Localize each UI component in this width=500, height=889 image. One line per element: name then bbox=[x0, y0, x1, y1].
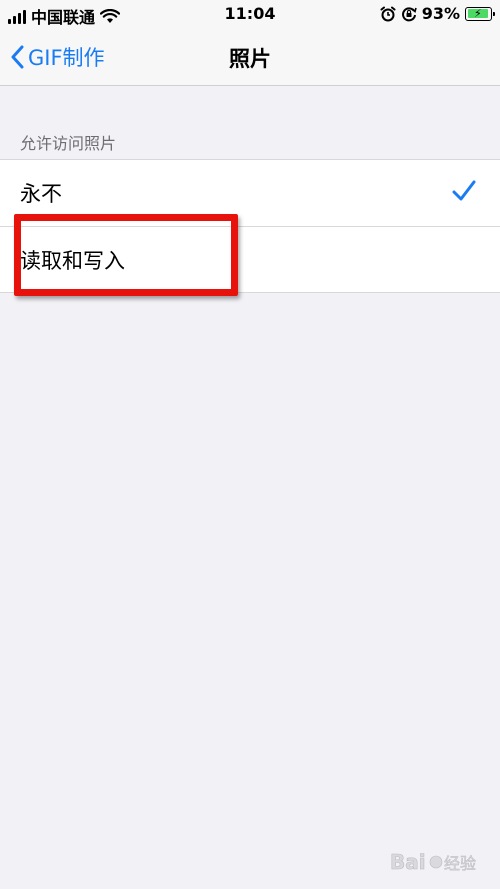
permission-options-list: 永不 读取和写入 bbox=[0, 159, 500, 293]
svg-text:Bai: Bai bbox=[390, 850, 426, 874]
watermark-logo: Bai 经验 bbox=[390, 850, 476, 875]
page-title: 照片 bbox=[229, 47, 271, 71]
svg-text:经验: 经验 bbox=[444, 854, 476, 873]
charging-bolt-icon: ⚡ bbox=[474, 6, 482, 20]
navigation-bar: GIF制作 照片 bbox=[0, 30, 500, 86]
status-right: 93% ⚡ bbox=[380, 4, 495, 23]
alarm-icon bbox=[380, 6, 396, 21]
option-label: 永不 bbox=[20, 182, 62, 206]
orientation-lock-icon bbox=[401, 6, 417, 21]
battery-percent: 93% bbox=[421, 4, 460, 23]
option-never[interactable]: 永不 bbox=[0, 160, 500, 226]
option-label: 读取和写入 bbox=[20, 248, 125, 273]
checkmark-icon bbox=[452, 180, 476, 201]
section-header: 允许访问照片 bbox=[20, 134, 117, 153]
settings-screen: 中国联通 11:04 93% ⚡ GIF制作 照片 允许访问照片 永不 读取和写… bbox=[0, 0, 500, 889]
option-read-and-write[interactable]: 读取和写入 bbox=[0, 226, 500, 292]
battery-icon: ⚡ bbox=[465, 6, 495, 21]
status-bar: 中国联通 11:04 93% ⚡ bbox=[0, 0, 500, 30]
